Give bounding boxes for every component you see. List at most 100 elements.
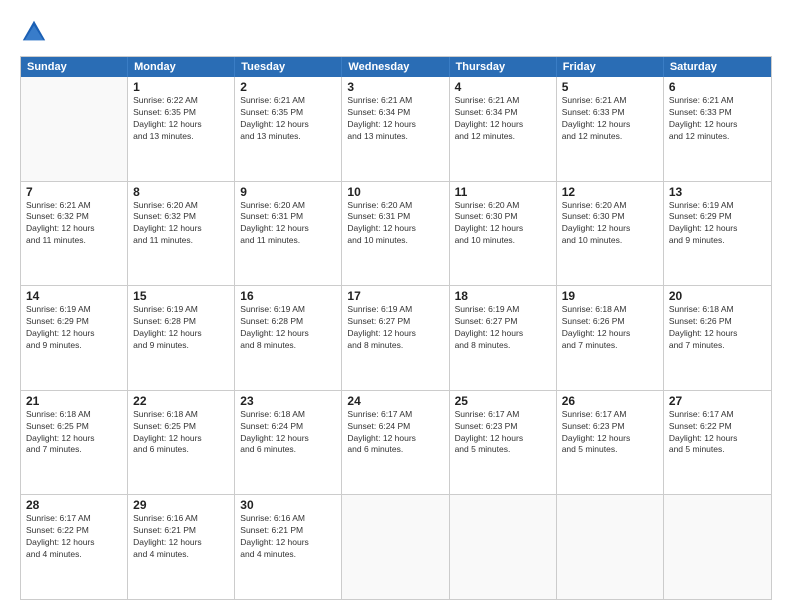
day-info: Sunrise: 6:17 AMSunset: 6:23 PMDaylight:… [455, 409, 551, 457]
day-number: 20 [669, 289, 766, 303]
day-info: Sunrise: 6:20 AMSunset: 6:31 PMDaylight:… [347, 200, 443, 248]
logo-icon [20, 18, 48, 46]
calendar-cell: 22Sunrise: 6:18 AMSunset: 6:25 PMDayligh… [128, 391, 235, 495]
day-number: 5 [562, 80, 658, 94]
calendar-cell: 17Sunrise: 6:19 AMSunset: 6:27 PMDayligh… [342, 286, 449, 390]
header-day-wednesday: Wednesday [342, 57, 449, 77]
day-number: 13 [669, 185, 766, 199]
calendar-cell: 6Sunrise: 6:21 AMSunset: 6:33 PMDaylight… [664, 77, 771, 181]
calendar-week-5: 28Sunrise: 6:17 AMSunset: 6:22 PMDayligh… [21, 494, 771, 599]
day-number: 24 [347, 394, 443, 408]
day-number: 21 [26, 394, 122, 408]
day-info: Sunrise: 6:18 AMSunset: 6:26 PMDaylight:… [669, 304, 766, 352]
day-info: Sunrise: 6:19 AMSunset: 6:27 PMDaylight:… [347, 304, 443, 352]
day-number: 28 [26, 498, 122, 512]
calendar-cell: 7Sunrise: 6:21 AMSunset: 6:32 PMDaylight… [21, 182, 128, 286]
day-number: 3 [347, 80, 443, 94]
calendar: SundayMondayTuesdayWednesdayThursdayFrid… [20, 56, 772, 600]
calendar-cell: 19Sunrise: 6:18 AMSunset: 6:26 PMDayligh… [557, 286, 664, 390]
day-info: Sunrise: 6:22 AMSunset: 6:35 PMDaylight:… [133, 95, 229, 143]
calendar-cell [557, 495, 664, 599]
calendar-cell: 5Sunrise: 6:21 AMSunset: 6:33 PMDaylight… [557, 77, 664, 181]
calendar-header: SundayMondayTuesdayWednesdayThursdayFrid… [21, 57, 771, 77]
calendar-cell: 9Sunrise: 6:20 AMSunset: 6:31 PMDaylight… [235, 182, 342, 286]
day-info: Sunrise: 6:20 AMSunset: 6:31 PMDaylight:… [240, 200, 336, 248]
calendar-cell: 2Sunrise: 6:21 AMSunset: 6:35 PMDaylight… [235, 77, 342, 181]
day-number: 9 [240, 185, 336, 199]
day-number: 17 [347, 289, 443, 303]
day-number: 25 [455, 394, 551, 408]
header-day-tuesday: Tuesday [235, 57, 342, 77]
day-info: Sunrise: 6:20 AMSunset: 6:32 PMDaylight:… [133, 200, 229, 248]
calendar-body: 1Sunrise: 6:22 AMSunset: 6:35 PMDaylight… [21, 77, 771, 599]
header-day-thursday: Thursday [450, 57, 557, 77]
day-number: 23 [240, 394, 336, 408]
day-number: 4 [455, 80, 551, 94]
day-info: Sunrise: 6:20 AMSunset: 6:30 PMDaylight:… [562, 200, 658, 248]
calendar-cell: 26Sunrise: 6:17 AMSunset: 6:23 PMDayligh… [557, 391, 664, 495]
day-number: 22 [133, 394, 229, 408]
day-info: Sunrise: 6:21 AMSunset: 6:32 PMDaylight:… [26, 200, 122, 248]
calendar-cell: 18Sunrise: 6:19 AMSunset: 6:27 PMDayligh… [450, 286, 557, 390]
header-day-friday: Friday [557, 57, 664, 77]
day-info: Sunrise: 6:21 AMSunset: 6:35 PMDaylight:… [240, 95, 336, 143]
calendar-cell: 1Sunrise: 6:22 AMSunset: 6:35 PMDaylight… [128, 77, 235, 181]
calendar-cell: 15Sunrise: 6:19 AMSunset: 6:28 PMDayligh… [128, 286, 235, 390]
calendar-cell: 13Sunrise: 6:19 AMSunset: 6:29 PMDayligh… [664, 182, 771, 286]
calendar-cell: 25Sunrise: 6:17 AMSunset: 6:23 PMDayligh… [450, 391, 557, 495]
header-day-sunday: Sunday [21, 57, 128, 77]
day-number: 7 [26, 185, 122, 199]
calendar-cell: 8Sunrise: 6:20 AMSunset: 6:32 PMDaylight… [128, 182, 235, 286]
day-info: Sunrise: 6:18 AMSunset: 6:25 PMDaylight:… [133, 409, 229, 457]
day-info: Sunrise: 6:17 AMSunset: 6:22 PMDaylight:… [26, 513, 122, 561]
day-number: 26 [562, 394, 658, 408]
calendar-cell: 10Sunrise: 6:20 AMSunset: 6:31 PMDayligh… [342, 182, 449, 286]
calendar-cell [664, 495, 771, 599]
calendar-cell: 20Sunrise: 6:18 AMSunset: 6:26 PMDayligh… [664, 286, 771, 390]
day-number: 11 [455, 185, 551, 199]
calendar-cell: 14Sunrise: 6:19 AMSunset: 6:29 PMDayligh… [21, 286, 128, 390]
day-number: 10 [347, 185, 443, 199]
calendar-cell: 24Sunrise: 6:17 AMSunset: 6:24 PMDayligh… [342, 391, 449, 495]
calendar-cell: 3Sunrise: 6:21 AMSunset: 6:34 PMDaylight… [342, 77, 449, 181]
calendar-cell: 28Sunrise: 6:17 AMSunset: 6:22 PMDayligh… [21, 495, 128, 599]
day-number: 2 [240, 80, 336, 94]
calendar-cell [21, 77, 128, 181]
day-info: Sunrise: 6:21 AMSunset: 6:33 PMDaylight:… [562, 95, 658, 143]
day-number: 18 [455, 289, 551, 303]
day-number: 15 [133, 289, 229, 303]
calendar-cell: 29Sunrise: 6:16 AMSunset: 6:21 PMDayligh… [128, 495, 235, 599]
calendar-cell: 12Sunrise: 6:20 AMSunset: 6:30 PMDayligh… [557, 182, 664, 286]
day-info: Sunrise: 6:17 AMSunset: 6:22 PMDaylight:… [669, 409, 766, 457]
day-info: Sunrise: 6:21 AMSunset: 6:33 PMDaylight:… [669, 95, 766, 143]
page: SundayMondayTuesdayWednesdayThursdayFrid… [0, 0, 792, 612]
calendar-cell: 30Sunrise: 6:16 AMSunset: 6:21 PMDayligh… [235, 495, 342, 599]
calendar-cell: 21Sunrise: 6:18 AMSunset: 6:25 PMDayligh… [21, 391, 128, 495]
day-number: 16 [240, 289, 336, 303]
day-info: Sunrise: 6:21 AMSunset: 6:34 PMDaylight:… [347, 95, 443, 143]
calendar-cell [342, 495, 449, 599]
day-number: 19 [562, 289, 658, 303]
day-number: 8 [133, 185, 229, 199]
day-info: Sunrise: 6:19 AMSunset: 6:29 PMDaylight:… [26, 304, 122, 352]
day-info: Sunrise: 6:16 AMSunset: 6:21 PMDaylight:… [240, 513, 336, 561]
day-info: Sunrise: 6:20 AMSunset: 6:30 PMDaylight:… [455, 200, 551, 248]
calendar-cell: 11Sunrise: 6:20 AMSunset: 6:30 PMDayligh… [450, 182, 557, 286]
calendar-week-2: 7Sunrise: 6:21 AMSunset: 6:32 PMDaylight… [21, 181, 771, 286]
day-info: Sunrise: 6:19 AMSunset: 6:28 PMDaylight:… [240, 304, 336, 352]
day-number: 27 [669, 394, 766, 408]
day-info: Sunrise: 6:19 AMSunset: 6:29 PMDaylight:… [669, 200, 766, 248]
day-info: Sunrise: 6:18 AMSunset: 6:25 PMDaylight:… [26, 409, 122, 457]
header-day-monday: Monday [128, 57, 235, 77]
day-info: Sunrise: 6:18 AMSunset: 6:24 PMDaylight:… [240, 409, 336, 457]
day-number: 6 [669, 80, 766, 94]
day-info: Sunrise: 6:17 AMSunset: 6:23 PMDaylight:… [562, 409, 658, 457]
day-number: 14 [26, 289, 122, 303]
day-info: Sunrise: 6:17 AMSunset: 6:24 PMDaylight:… [347, 409, 443, 457]
calendar-cell [450, 495, 557, 599]
day-number: 12 [562, 185, 658, 199]
calendar-week-4: 21Sunrise: 6:18 AMSunset: 6:25 PMDayligh… [21, 390, 771, 495]
day-number: 30 [240, 498, 336, 512]
calendar-cell: 4Sunrise: 6:21 AMSunset: 6:34 PMDaylight… [450, 77, 557, 181]
calendar-cell: 23Sunrise: 6:18 AMSunset: 6:24 PMDayligh… [235, 391, 342, 495]
